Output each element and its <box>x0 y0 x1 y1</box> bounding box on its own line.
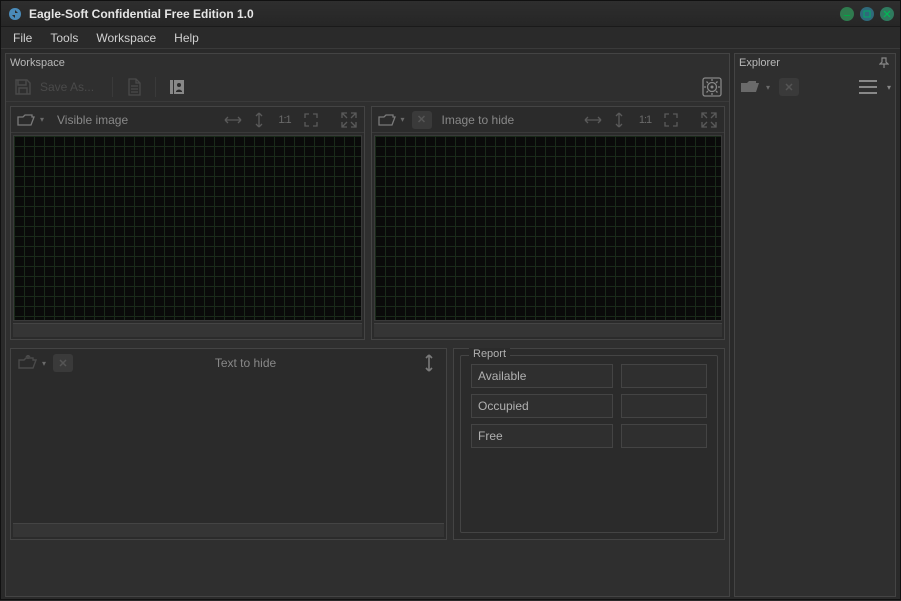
text-to-hide-label: Text to hide <box>77 356 414 370</box>
explorer-title: Explorer <box>739 57 879 69</box>
clear-text-button[interactable]: ✕ <box>53 354 73 372</box>
fullscreen-icon[interactable] <box>698 110 720 130</box>
report-occupied-value <box>621 394 707 418</box>
menu-button[interactable] <box>857 77 879 97</box>
open-icon[interactable] <box>376 110 398 130</box>
document-button[interactable] <box>121 75 147 99</box>
clear-explorer-button[interactable]: ✕ <box>779 78 799 96</box>
text-to-hide-input[interactable] <box>13 379 444 521</box>
visible-image-canvas[interactable] <box>13 135 362 321</box>
open-dropdown-icon[interactable]: ▾ <box>37 110 47 130</box>
visible-image-statusbar <box>13 323 362 337</box>
menu-workspace[interactable]: Workspace <box>88 29 164 47</box>
open-text-icon[interactable] <box>17 353 39 373</box>
visible-image-panel: ▾ Visible image 1:1 <box>10 106 365 340</box>
fullscreen-icon[interactable] <box>338 110 360 130</box>
settings-button[interactable] <box>699 75 725 99</box>
save-as-label: Save As... <box>40 80 94 94</box>
hamburger-icon <box>859 80 877 94</box>
workspace-toolbar: Save As... <box>6 72 729 102</box>
main-area: Workspace Save As... <box>1 49 900 601</box>
folder-dropdown-icon[interactable]: ▾ <box>763 77 773 97</box>
report-occupied-label: Occupied <box>471 394 613 418</box>
app-icon <box>7 6 23 22</box>
bottom-row: ▾ ✕ Text to hide Report Available <box>6 344 729 544</box>
window-title: Eagle-Soft Confidential Free Edition 1.0 <box>29 7 840 21</box>
actual-size-icon[interactable]: 1:1 <box>634 110 656 130</box>
fit-height-icon[interactable] <box>608 110 630 130</box>
report-free-label: Free <box>471 424 613 448</box>
report-free-value <box>621 424 707 448</box>
minimize-button[interactable] <box>840 7 854 21</box>
report-title: Report <box>469 348 510 360</box>
visible-image-label: Visible image <box>51 113 134 127</box>
explorer-title-row: Explorer <box>735 54 895 72</box>
folder-icon[interactable] <box>739 77 761 97</box>
workspace-title-row: Workspace <box>6 54 729 72</box>
window-controls <box>840 7 894 21</box>
titlebar: Eagle-Soft Confidential Free Edition 1.0 <box>1 1 900 27</box>
resize-vertical-icon[interactable] <box>418 353 440 373</box>
text-to-hide-toolbar: ▾ ✕ Text to hide <box>11 349 446 377</box>
fit-width-icon[interactable] <box>222 110 244 130</box>
visible-image-toolbar: ▾ Visible image 1:1 <box>11 107 364 133</box>
save-button[interactable] <box>10 75 36 99</box>
report-fieldset: Report Available Occupied Free <box>460 355 718 533</box>
workspace-panel-wrap: Workspace Save As... <box>1 49 732 601</box>
close-button[interactable] <box>880 7 894 21</box>
separator <box>155 77 156 97</box>
report-available-label: Available <box>471 364 613 388</box>
images-row: ▾ Visible image 1:1 <box>6 102 729 344</box>
explorer-panel-wrap: Explorer ▾ ✕ ▾ <box>732 49 900 601</box>
text-to-hide-statusbar <box>13 523 444 537</box>
workspace-panel: Workspace Save As... <box>5 53 730 597</box>
open-icon[interactable] <box>15 110 37 130</box>
report-available-value <box>621 364 707 388</box>
fit-icon[interactable] <box>300 110 322 130</box>
report-row-free: Free <box>471 424 707 448</box>
explorer-content[interactable] <box>735 102 895 596</box>
contact-button[interactable] <box>164 75 190 99</box>
open-dropdown-icon[interactable]: ▾ <box>398 110 408 130</box>
maximize-button[interactable] <box>860 7 874 21</box>
separator <box>112 77 113 97</box>
clear-image-button[interactable]: ✕ <box>412 111 432 129</box>
image-to-hide-toolbar: ▾ ✕ Image to hide 1:1 <box>372 107 725 133</box>
pin-icon[interactable] <box>879 57 891 69</box>
text-to-hide-panel: ▾ ✕ Text to hide <box>10 348 447 540</box>
report-row-available: Available <box>471 364 707 388</box>
open-text-dropdown-icon[interactable]: ▾ <box>39 353 49 373</box>
menu-help[interactable]: Help <box>166 29 207 47</box>
menu-tools[interactable]: Tools <box>42 29 86 47</box>
report-row-occupied: Occupied <box>471 394 707 418</box>
image-to-hide-canvas[interactable] <box>374 135 723 321</box>
explorer-toolbar: ▾ ✕ ▾ <box>735 72 895 102</box>
menu-dropdown-icon[interactable]: ▾ <box>887 83 891 92</box>
fit-height-icon[interactable] <box>248 110 270 130</box>
actual-size-icon[interactable]: 1:1 <box>274 110 296 130</box>
explorer-panel: Explorer ▾ ✕ ▾ <box>734 53 896 597</box>
image-to-hide-statusbar <box>374 323 723 337</box>
image-to-hide-panel: ▾ ✕ Image to hide 1:1 <box>371 106 726 340</box>
menubar: File Tools Workspace Help <box>1 27 900 49</box>
image-to-hide-label: Image to hide <box>436 113 521 127</box>
workspace-title: Workspace <box>10 57 725 69</box>
fit-width-icon[interactable] <box>582 110 604 130</box>
fit-icon[interactable] <box>660 110 682 130</box>
menu-file[interactable]: File <box>5 29 40 47</box>
report-panel: Report Available Occupied Free <box>453 348 725 540</box>
